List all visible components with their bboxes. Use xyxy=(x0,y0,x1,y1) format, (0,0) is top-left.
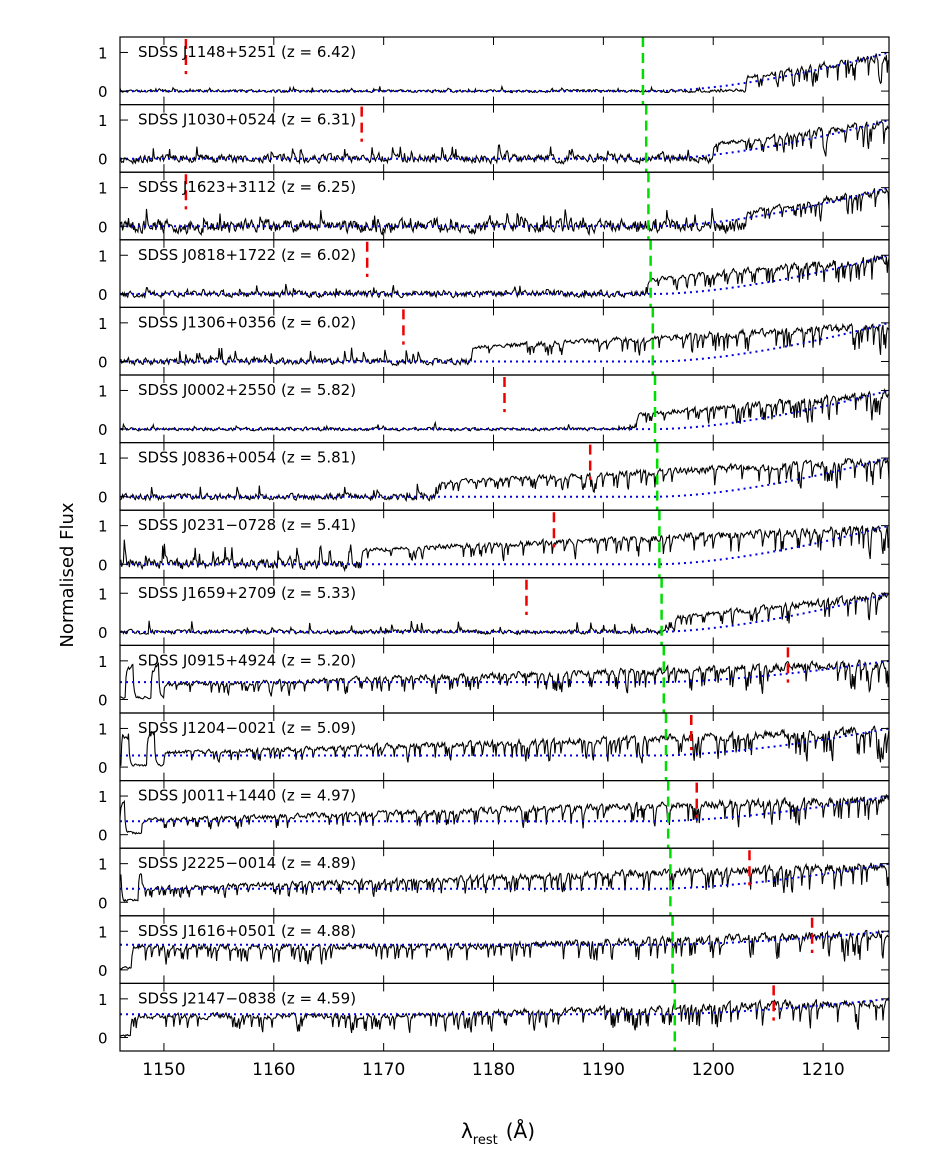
spectrum-panel: 0 1 SDSS J0011+1440 (z = 4.97) xyxy=(98,779,890,849)
y-axis-label: Normalised Flux xyxy=(57,502,78,647)
y-tick-label: 1 xyxy=(98,315,108,333)
spectrum-panel: 0 1 SDSS J0836+0054 (z = 5.81) xyxy=(98,442,890,511)
panel-label: SDSS J2225−0014 (z = 4.89) xyxy=(138,854,356,872)
panel-label: SDSS J1204−0021 (z = 5.09) xyxy=(138,719,356,737)
spectrum-panel: 0 1 SDSS J0002+2550 (z = 5.82) xyxy=(98,374,890,444)
y-tick-label: 1 xyxy=(98,180,108,198)
y-tick-label: 1 xyxy=(98,518,108,536)
panel-label: SDSS J0002+2550 (z = 5.82) xyxy=(138,381,356,399)
spectrum-panel: 0 1 SDSS J1306+0356 (z = 6.02) xyxy=(98,306,890,376)
y-tick-label: 1 xyxy=(98,720,108,738)
panel-label: SDSS J1659+2709 (z = 5.33) xyxy=(138,584,356,602)
spectrum-panel: 0 1 SDSS J0231−0728 (z = 5.41) xyxy=(98,509,890,579)
spectrum-panel: 0 1 SDSS J1204−0021 (z = 5.09) xyxy=(98,712,890,782)
y-tick-label: 1 xyxy=(98,44,108,62)
panel-label: SDSS J1306+0356 (z = 6.02) xyxy=(138,313,356,331)
panel-label: SDSS J1148+5251 (z = 6.42) xyxy=(138,43,356,61)
panel-label: SDSS J2147−0838 (z = 4.59) xyxy=(138,989,356,1007)
y-tick-label: 1 xyxy=(98,450,108,468)
x-tick-label: 1210 xyxy=(801,1060,844,1080)
spectrum-panel: 0 1 SDSS J0818+1722 (z = 6.02) xyxy=(98,239,890,309)
y-tick-label: 1 xyxy=(98,788,108,806)
y-tick-label: 0 xyxy=(98,759,108,777)
x-axis-label: λrest (Å) xyxy=(461,1119,535,1148)
x-tick-label: 1160 xyxy=(252,1060,295,1080)
spectrum-panel: 0 1 SDSS J2147−0838 (z = 4.59) xyxy=(98,982,890,1052)
y-tick-label: 1 xyxy=(98,856,108,874)
y-tick-label: 1 xyxy=(98,585,108,603)
x-axis: 1150 1160 1170 1180 1190 1200 1210 xyxy=(142,1060,844,1080)
y-tick-label: 0 xyxy=(98,894,108,912)
y-tick-label: 0 xyxy=(98,556,108,574)
y-tick-label: 0 xyxy=(98,624,108,642)
spectrum-panel: 0 1 SDSS J1148+5251 (z = 6.42) xyxy=(98,36,890,106)
y-tick-label: 0 xyxy=(98,218,108,236)
y-tick-label: 1 xyxy=(98,653,108,671)
y-tick-label: 0 xyxy=(98,489,108,507)
panel-label: SDSS J1623+3112 (z = 6.25) xyxy=(138,178,356,196)
spectra-figure: 0 1 SDSS J1148+5251 (z = 6.42) 0 1 SDSS J1030… xyxy=(57,36,890,1148)
y-tick-label: 0 xyxy=(98,691,108,709)
x-tick-label: 1170 xyxy=(362,1060,405,1080)
x-tick-label: 1150 xyxy=(142,1060,185,1080)
y-tick-label: 0 xyxy=(98,83,108,101)
y-tick-label: 1 xyxy=(98,991,108,1009)
spectrum-panel: 0 1 SDSS J1616+0501 (z = 4.88) xyxy=(98,915,890,984)
panel-label: SDSS J1030+0524 (z = 6.31) xyxy=(138,111,356,129)
y-tick-label: 0 xyxy=(98,286,108,304)
x-axis-label-symbol: λ xyxy=(461,1119,473,1143)
panel-label: SDSS J1616+0501 (z = 4.88) xyxy=(138,922,356,940)
x-axis-label-subscript: rest xyxy=(473,1133,498,1148)
panel-label: SDSS J0011+1440 (z = 4.97) xyxy=(138,787,356,805)
y-tick-label: 1 xyxy=(98,382,108,400)
y-tick-label: 0 xyxy=(98,353,108,371)
spectrum-panel: 0 1 SDSS J1623+3112 (z = 6.25) xyxy=(98,171,890,241)
y-tick-label: 1 xyxy=(98,247,108,265)
panel-label: SDSS J0231−0728 (z = 5.41) xyxy=(138,516,356,534)
x-axis-label-unit: (Å) xyxy=(506,1119,535,1143)
x-tick-label: 1200 xyxy=(692,1060,735,1080)
panel-label: SDSS J0836+0054 (z = 5.81) xyxy=(138,449,356,467)
spectra-panels: 0 1 SDSS J1148+5251 (z = 6.42) 0 1 SDSS J1030… xyxy=(98,36,890,1052)
spectrum-panel: 0 1 SDSS J0915+4924 (z = 5.20) xyxy=(98,644,890,714)
panel-label: SDSS J0915+4924 (z = 5.20) xyxy=(138,651,356,669)
spectrum-panel: 0 1 SDSS J1030+0524 (z = 6.31) xyxy=(98,103,890,173)
spectrum-panel: 0 1 SDSS J2225−0014 (z = 4.89) xyxy=(98,847,890,917)
x-tick-label: 1180 xyxy=(472,1060,515,1080)
y-tick-label: 1 xyxy=(98,923,108,941)
y-tick-label: 0 xyxy=(98,827,108,845)
y-tick-label: 0 xyxy=(98,1029,108,1047)
x-tick-label: 1190 xyxy=(582,1060,625,1080)
y-tick-label: 0 xyxy=(98,151,108,169)
panel-label: SDSS J0818+1722 (z = 6.02) xyxy=(138,246,356,264)
y-tick-label: 1 xyxy=(98,112,108,130)
spectrum-panel: 0 1 SDSS J1659+2709 (z = 5.33) xyxy=(98,577,890,646)
y-tick-label: 0 xyxy=(98,421,108,439)
y-tick-label: 0 xyxy=(98,962,108,980)
